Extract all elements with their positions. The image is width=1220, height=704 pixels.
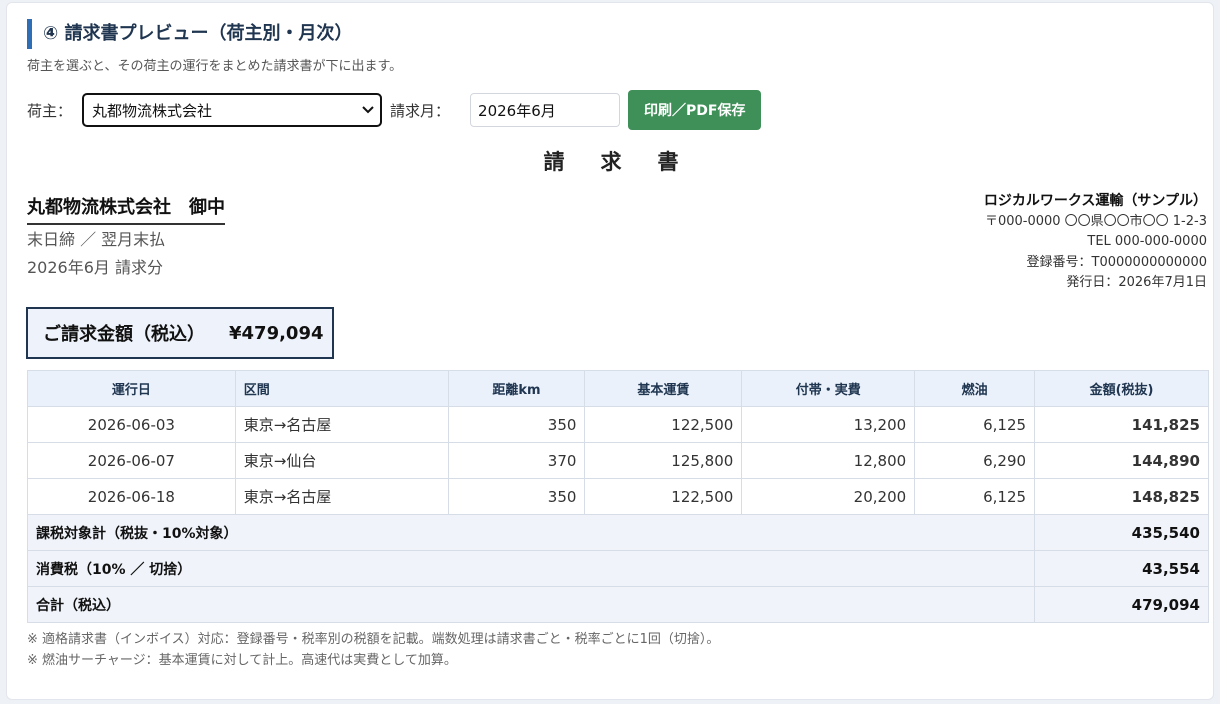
summary-label: 合計（税込）	[26, 586, 1036, 623]
cell-base-fare: 122,500	[584, 406, 743, 443]
recipient-name: 丸都物流株式会社 御中	[27, 193, 225, 225]
issuer-address: 〒000-0000 〇〇県〇〇市〇〇 1-2-3	[984, 213, 1207, 229]
month-input[interactable]: 2026年6月	[470, 93, 621, 127]
recipient-block: 丸都物流株式会社 御中 末日締 ／ 翌月末払 2026年6月 請求分	[27, 193, 225, 281]
cell-amount: 148,825	[1034, 478, 1209, 515]
table-row: 2026-06-03 東京→名古屋 350 122,500 13,200 6,1…	[27, 406, 1209, 443]
shipper-selected-value: 丸都物流株式会社	[92, 101, 213, 120]
payment-terms: 末日締 ／ 翌月末払	[27, 230, 166, 249]
notes: ※ 適格請求書（インボイス）対応：登録番号・税率別の税額を記載。端数処理は請求書…	[27, 629, 719, 671]
issuer-block: ロジカルワークス運輸（サンプル） 〒000-0000 〇〇県〇〇市〇〇 1-2-…	[984, 191, 1207, 294]
shipper-select[interactable]: 丸都物流株式会社	[82, 93, 383, 127]
cell-extras: 12,800	[741, 442, 916, 479]
total-label: ご請求金額（税込）	[43, 324, 205, 345]
month-label: 請求月：	[390, 101, 451, 120]
header-amount: 金額(税抜)	[1034, 370, 1209, 407]
cell-base-fare: 125,800	[584, 442, 743, 479]
summary-row-taxable: 課税対象計（税抜・10%対象） 435,540	[26, 514, 1209, 551]
header-date: 運行日	[27, 370, 236, 407]
summary-value: 435,540	[1034, 514, 1209, 551]
cell-date: 2026-06-18	[27, 478, 236, 515]
chevron-down-icon	[362, 103, 374, 117]
billing-period: 2026年6月 請求分	[27, 258, 163, 277]
invoice-controls: 荷主： 丸都物流株式会社 請求月： 2026年6月 印刷／PDF保存	[27, 89, 762, 131]
summary-row-total: 合計（税込） 479,094	[26, 586, 1209, 623]
issuer-tel: TEL 000-000-0000	[1087, 234, 1207, 249]
issue-date: 発行日：2026年7月1日	[1066, 275, 1207, 290]
issuer-company: ロジカルワークス運輸（サンプル）	[983, 193, 1207, 209]
cell-distance: 370	[447, 442, 586, 479]
summary-label: 課税対象計（税抜・10%対象）	[26, 514, 1036, 551]
cell-amount: 141,825	[1034, 406, 1209, 443]
table-row: 2026-06-07 東京→仙台 370 125,800 12,800 6,29…	[27, 442, 1209, 479]
summary-value: 43,554	[1034, 550, 1209, 587]
cell-distance: 350	[447, 406, 586, 443]
cell-route: 東京→名古屋	[234, 478, 449, 515]
header-extras: 付帯・実費	[741, 370, 916, 407]
cell-fuel: 6,125	[914, 478, 1036, 515]
invoice-table: 運行日 区間 距離km 基本運賃 付帯・実費 燃油 金額(税抜) 2026-06…	[26, 370, 1209, 623]
total-amount: ¥479,094	[229, 322, 324, 344]
cell-fuel: 6,290	[914, 442, 1036, 479]
summary-label: 消費税（10% ／ 切捨）	[26, 550, 1036, 587]
header-distance: 距離km	[447, 370, 586, 407]
document-title: 請求書	[543, 150, 715, 174]
cell-date: 2026-06-03	[27, 406, 236, 443]
table-row: 2026-06-18 東京→名古屋 350 122,500 20,200 6,1…	[27, 478, 1209, 515]
cell-base-fare: 122,500	[584, 478, 743, 515]
issuer-registration: 登録番号：T0000000000000	[1026, 254, 1207, 270]
note-fuel: ※ 燃油サーチャージ：基本運賃に対して計上。高速代は実費として加算。	[27, 653, 457, 668]
cell-route: 東京→仙台	[234, 442, 449, 479]
cell-fuel: 6,125	[914, 406, 1036, 443]
section-title: ④ 請求書プレビュー（荷主別・月次）	[27, 19, 353, 49]
cell-distance: 350	[447, 478, 586, 515]
section-description: 荷主を選ぶと、その荷主の運行をまとめた請求書が下に出ます。	[27, 59, 403, 74]
summary-value: 479,094	[1034, 586, 1209, 623]
table-header-row: 運行日 区間 距離km 基本運賃 付帯・実費 燃油 金額(税抜)	[27, 370, 1209, 407]
header-route: 区間	[234, 370, 449, 407]
cell-extras: 13,200	[741, 406, 916, 443]
note-invoice: ※ 適格請求書（インボイス）対応：登録番号・税率別の税額を記載。端数処理は請求書…	[27, 632, 720, 647]
print-pdf-button[interactable]: 印刷／PDF保存	[628, 90, 762, 130]
cell-date: 2026-06-07	[27, 442, 236, 479]
total-amount-box: ご請求金額（税込） ¥479,094	[26, 307, 334, 359]
cell-route: 東京→名古屋	[234, 406, 449, 443]
cell-extras: 20,200	[741, 478, 916, 515]
summary-row-tax: 消費税（10% ／ 切捨） 43,554	[26, 550, 1209, 587]
invoice-preview-panel: ④ 請求書プレビュー（荷主別・月次） 荷主を選ぶと、その荷主の運行をまとめた請求…	[6, 2, 1214, 700]
cell-amount: 144,890	[1034, 442, 1209, 479]
header-fuel: 燃油	[914, 370, 1036, 407]
shipper-label: 荷主：	[27, 101, 73, 120]
header-base-fare: 基本運賃	[584, 370, 743, 407]
